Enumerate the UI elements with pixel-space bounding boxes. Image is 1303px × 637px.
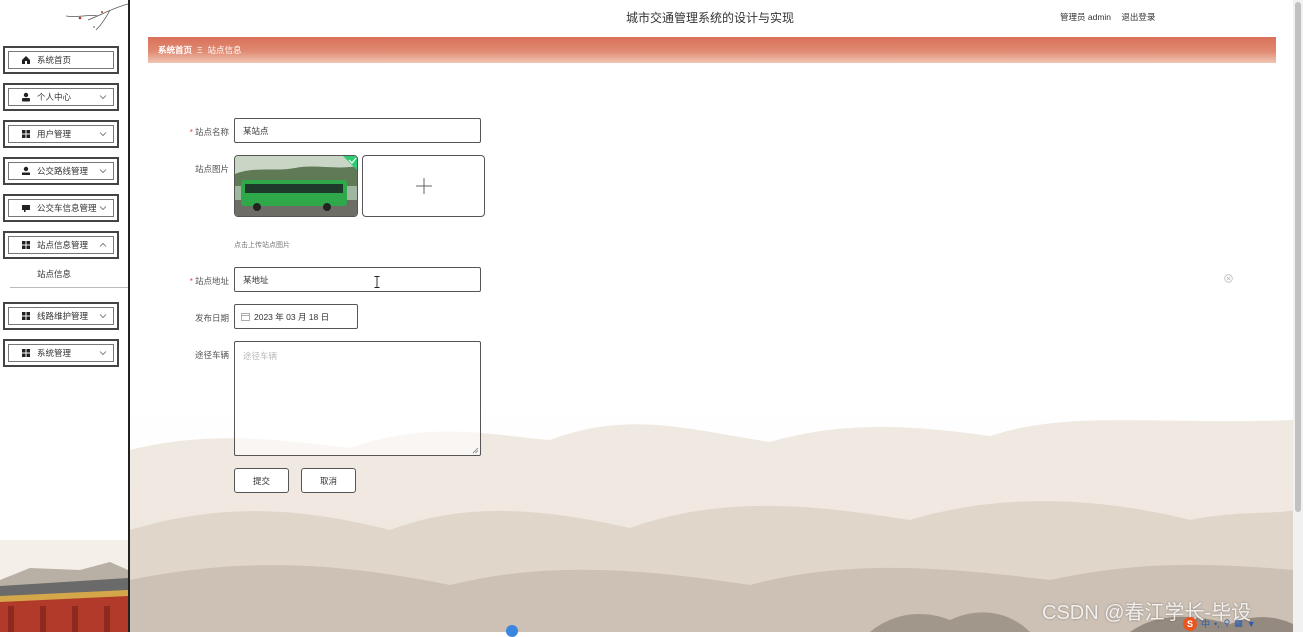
user-role: 管理员 admin xyxy=(1060,12,1112,22)
sidebar-item-home[interactable]: 系统首页 xyxy=(3,46,119,74)
required-mark: * xyxy=(189,276,193,286)
sidebar-item-route-maintenance[interactable]: 线路维护管理 xyxy=(3,302,119,330)
calendar-icon xyxy=(241,313,250,321)
sidebar-item-label: 系统管理 xyxy=(37,348,72,358)
microphone-icon[interactable]: ⚲ xyxy=(1224,618,1231,629)
sidebar: 系统首页 个人中心 用户管理 公交路线管理 公交车信息管理 站点信息管理 站点信… xyxy=(0,0,130,632)
breadcrumb: 系统首页 Ξ 站点信息 xyxy=(148,37,1276,63)
skin-icon[interactable]: ▼ xyxy=(1247,619,1256,629)
palace-illustration xyxy=(0,540,128,632)
home-icon xyxy=(21,55,31,65)
breadcrumb-separator: Ξ xyxy=(197,45,203,55)
sogou-icon[interactable]: S xyxy=(1183,616,1197,631)
publish-date-value: 2023 年 03 月 18 日 xyxy=(254,311,330,322)
text-cursor-icon xyxy=(374,276,380,288)
publish-date-label: 发布日期 xyxy=(194,313,229,323)
sidebar-item-label: 用户管理 xyxy=(37,129,72,139)
sidebar-item-label: 系统首页 xyxy=(37,55,72,65)
station-name-label: * 站点名称 xyxy=(189,127,229,137)
card-icon xyxy=(21,203,31,213)
sidebar-item-label: 公交路线管理 xyxy=(37,166,89,176)
sidebar-item-users[interactable]: 用户管理 xyxy=(3,120,119,148)
sidebar-item-label: 站点信息管理 xyxy=(37,240,89,250)
station-address-input[interactable]: 某地址 xyxy=(234,267,481,292)
sidebar-item-bus-routes[interactable]: 公交路线管理 xyxy=(3,157,119,185)
chevron-down-icon xyxy=(99,351,107,356)
user-icon xyxy=(21,92,31,102)
submenu-item-station-info[interactable]: 站点信息 xyxy=(0,265,128,287)
upload-image-button[interactable] xyxy=(362,155,485,217)
submit-button[interactable]: 提交 xyxy=(234,468,289,493)
breadcrumb-home[interactable]: 系统首页 xyxy=(158,44,192,56)
sidebar-item-system[interactable]: 系统管理 xyxy=(3,339,119,367)
user-area: 管理员 admin 退出登录 xyxy=(1060,11,1163,23)
sidebar-item-stations[interactable]: 站点信息管理 xyxy=(3,231,119,259)
upload-hint: 点击上传站点图片 xyxy=(234,242,290,249)
vehicles-placeholder: 途径车辆 xyxy=(243,351,278,361)
cancel-button[interactable]: 取消 xyxy=(301,468,356,493)
required-mark: * xyxy=(189,127,193,137)
resize-grip-icon[interactable] xyxy=(472,447,479,454)
station-image-label: 站点图片 xyxy=(194,164,229,174)
vehicles-label: 途径车辆 xyxy=(194,350,229,360)
chevron-down-icon xyxy=(99,169,107,174)
bus-photo xyxy=(235,156,357,216)
sidebar-item-label: 公交车信息管理 xyxy=(37,203,97,213)
scrollbar[interactable] xyxy=(1293,0,1303,632)
chevron-down-icon xyxy=(99,206,107,211)
divider xyxy=(10,287,128,288)
station-name-input[interactable]: 某站点 xyxy=(234,118,481,143)
chevron-down-icon xyxy=(99,314,107,319)
vehicles-textarea[interactable]: 途径车辆 xyxy=(234,341,481,456)
grid-icon xyxy=(21,240,31,250)
sidebar-item-profile[interactable]: 个人中心 xyxy=(3,83,119,111)
grid-icon xyxy=(21,129,31,139)
sidebar-item-label: 线路维护管理 xyxy=(37,311,89,321)
logout-link[interactable]: 退出登录 xyxy=(1121,12,1155,22)
clear-icon[interactable] xyxy=(1224,274,1233,283)
scrollbar-thumb[interactable] xyxy=(1295,2,1301,512)
chevron-down-icon xyxy=(99,132,107,137)
publish-date-picker[interactable]: 2023 年 03 月 18 日 xyxy=(234,304,358,329)
grid-icon xyxy=(21,348,31,358)
chevron-up-icon xyxy=(99,242,107,247)
station-address-label: * 站点地址 xyxy=(189,276,229,286)
sidebar-item-label: 个人中心 xyxy=(37,92,72,102)
sidebar-item-bus-info[interactable]: 公交车信息管理 xyxy=(3,194,119,222)
user-icon xyxy=(21,166,31,176)
floating-dot[interactable] xyxy=(506,625,518,637)
ime-tray: S 中 •, ⚲ ▦ ▼ xyxy=(1183,615,1293,632)
plus-icon xyxy=(415,178,432,194)
grid-icon xyxy=(21,311,31,321)
app-title: 城市交通管理系统的设计与实现 xyxy=(625,11,794,25)
station-image-thumbnail[interactable] xyxy=(234,155,358,217)
ime-language[interactable]: 中 xyxy=(1201,617,1210,630)
chevron-down-icon xyxy=(99,95,107,100)
keyboard-icon[interactable]: ▦ xyxy=(1234,618,1243,629)
plum-branch-decoration xyxy=(65,3,128,31)
breadcrumb-current: 站点信息 xyxy=(207,45,242,55)
punctuation-icon[interactable]: •, xyxy=(1214,619,1220,629)
